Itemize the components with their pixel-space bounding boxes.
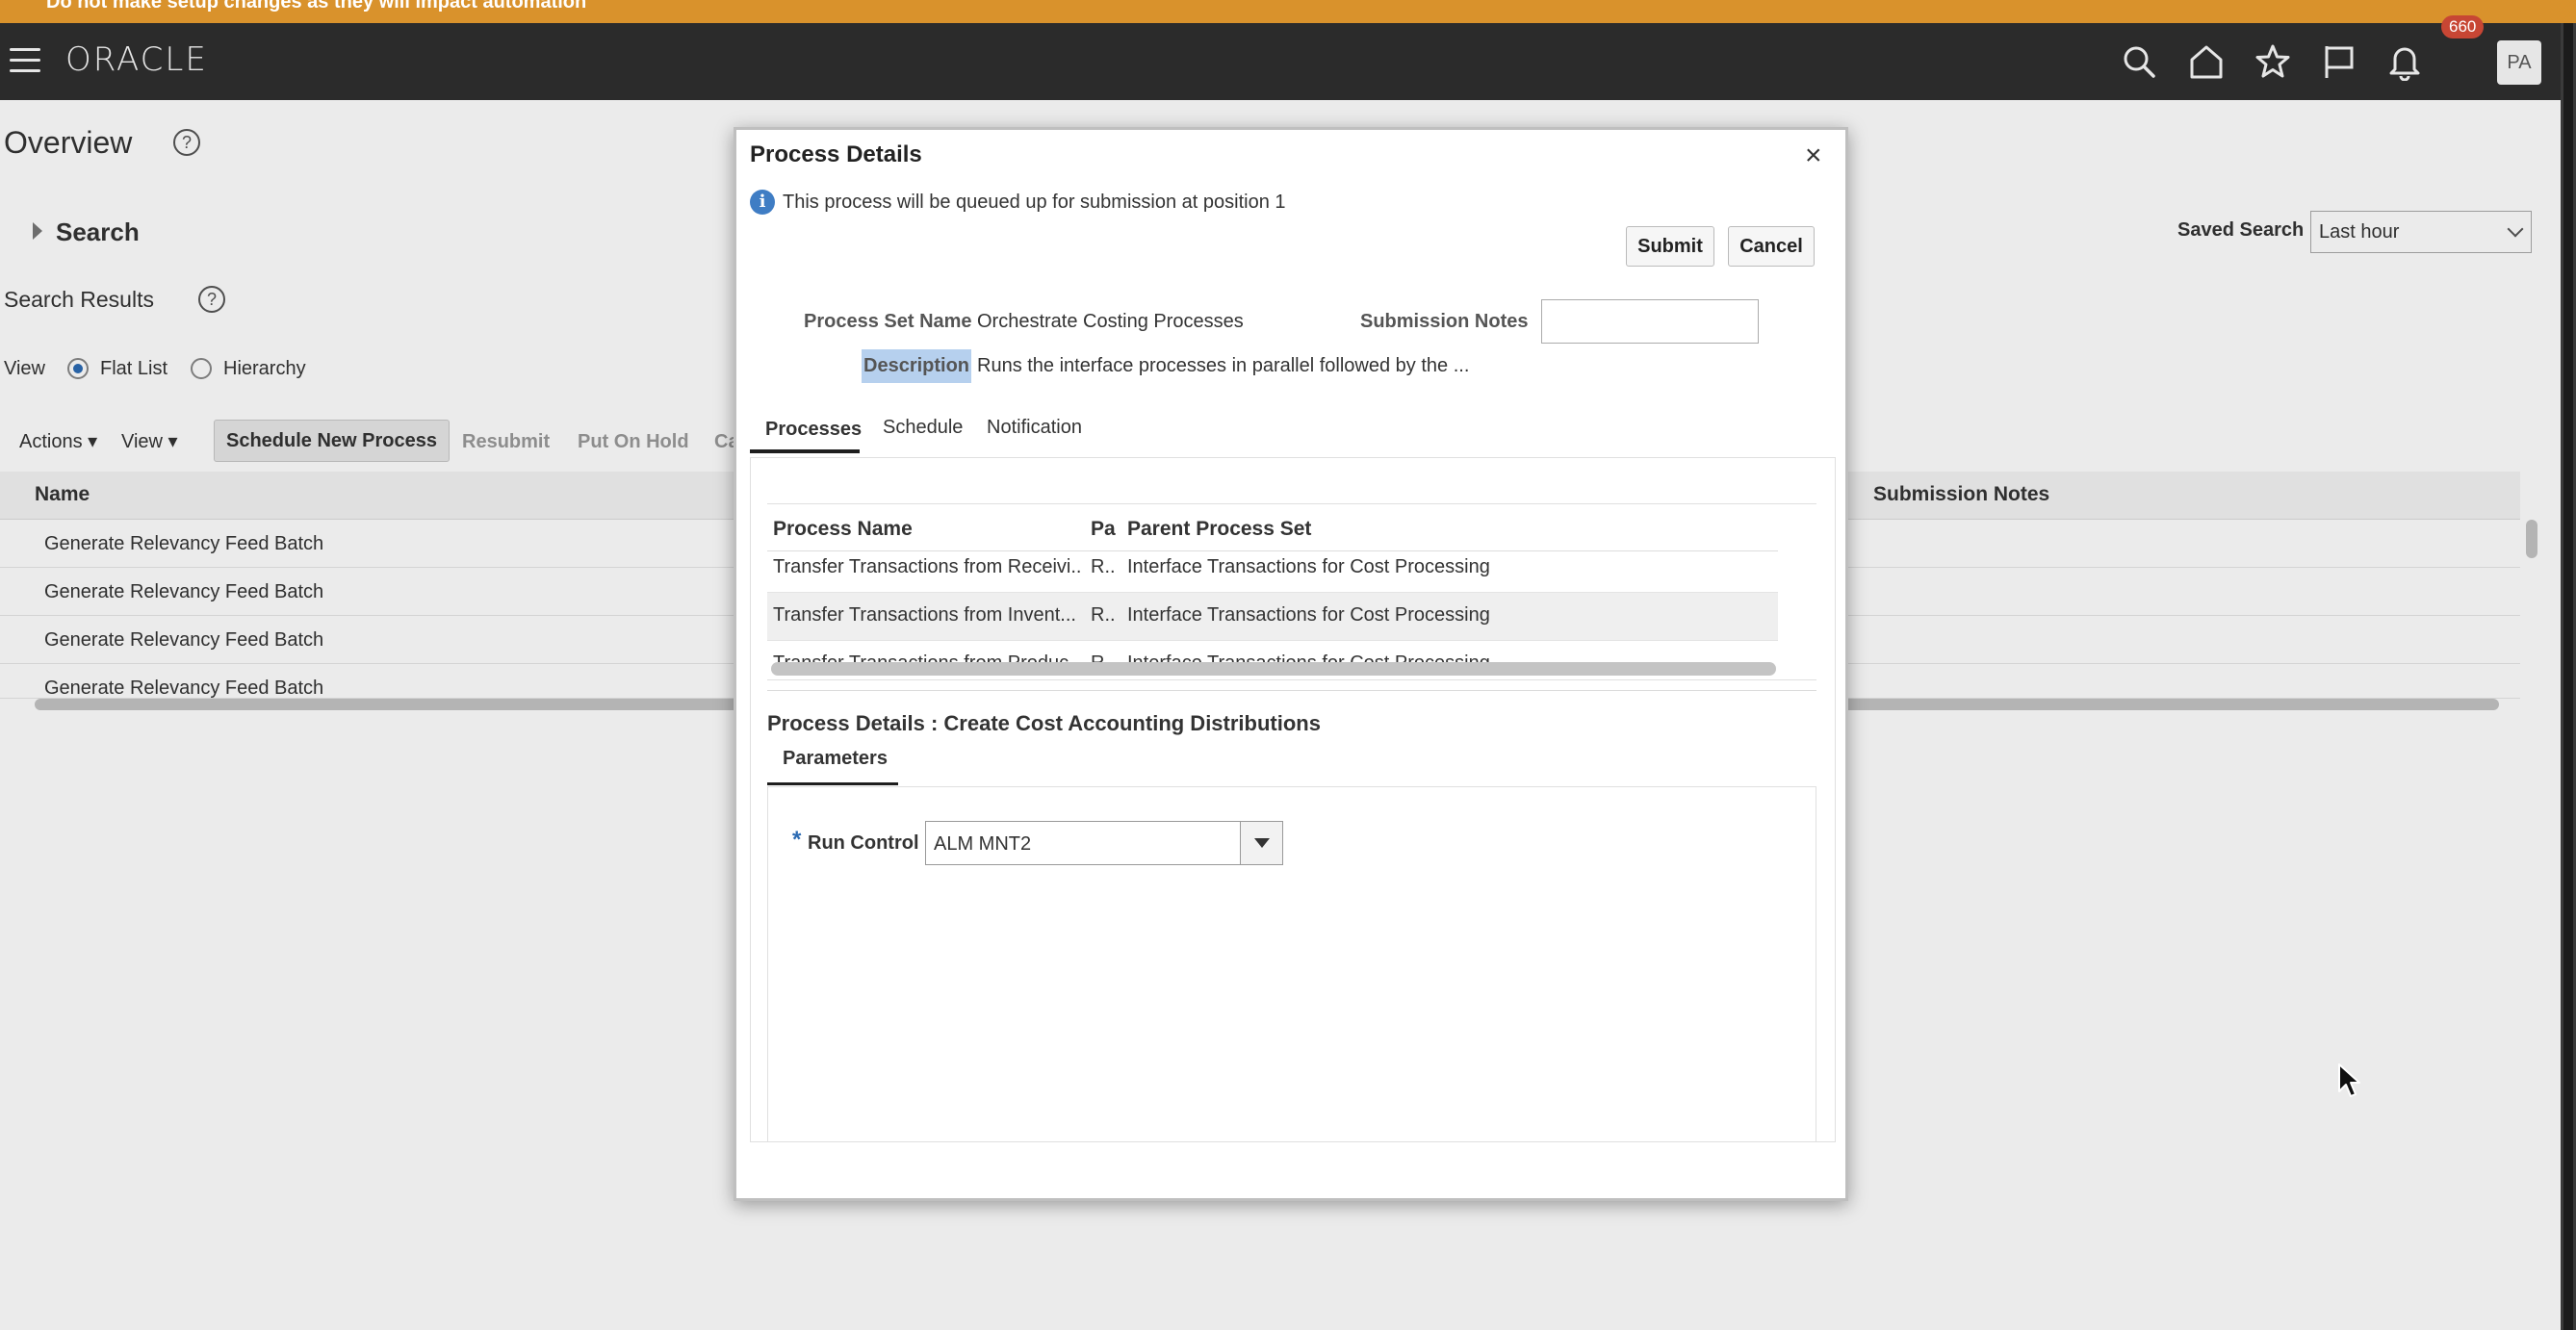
tab-schedule[interactable]: Schedule: [883, 417, 963, 439]
tab-parameters[interactable]: Parameters: [783, 748, 888, 770]
run-control-combobox[interactable]: ALM MNT2: [925, 821, 1283, 865]
description-label: Description: [862, 349, 972, 383]
banner-text: Do not make setup changes as they will i…: [46, 0, 587, 13]
notification-count-badge: 660: [2441, 15, 2485, 38]
process-details-dialog: Process Details × i This process will be…: [734, 127, 1848, 1201]
tab-processes[interactable]: Processes: [765, 419, 862, 441]
hamburger-icon[interactable]: [10, 48, 40, 75]
run-control-label: Run Control: [808, 832, 919, 854]
star-icon[interactable]: [2254, 42, 2292, 81]
process-name-cell: Transfer Transactions from Invent...: [773, 604, 1076, 626]
processes-table: Process Name Pa Parent Process Set Trans…: [767, 503, 1816, 680]
parameters-tab-indicator: [767, 782, 898, 785]
home-icon[interactable]: [2187, 42, 2226, 81]
description-value: Runs the interface processes in parallel…: [977, 355, 1470, 376]
parent-process-set-column-header[interactable]: Parent Process Set: [1127, 518, 1311, 541]
submission-notes-label: Submission Notes: [1360, 311, 1529, 332]
global-header: ORACLE 660 PA: [0, 15, 2561, 100]
process-set-name-label: Process Set Name: [804, 311, 972, 332]
dropdown-arrow-icon[interactable]: [1240, 822, 1282, 864]
oracle-logo: ORACLE: [65, 40, 208, 79]
pa-cell: R..: [1091, 604, 1116, 626]
close-icon[interactable]: ×: [1805, 140, 1822, 172]
tab-notification[interactable]: Notification: [987, 417, 1082, 439]
process-set-name-value: Orchestrate Costing Processes: [977, 311, 1244, 332]
flag-icon[interactable]: [2320, 42, 2358, 81]
run-control-value: ALM MNT2: [934, 833, 1032, 855]
pa-column-header[interactable]: Pa: [1091, 518, 1116, 541]
submission-notes-input[interactable]: [1541, 299, 1759, 344]
table-row[interactable]: Transfer Transactions from Receivi... R.…: [767, 545, 1778, 593]
info-message: This process will be queued up for submi…: [783, 192, 1286, 213]
table-row[interactable]: Transfer Transactions from Invent... R..…: [767, 593, 1778, 641]
process-name-cell: Transfer Transactions from Receivi...: [773, 556, 1081, 577]
cancel-button[interactable]: Cancel: [1728, 226, 1815, 267]
process-details-section-title: Process Details : Create Cost Accounting…: [767, 711, 1321, 735]
info-icon: i: [750, 190, 775, 215]
page-vertical-scrollbar[interactable]: [2561, 23, 2576, 1330]
processes-horizontal-scrollbar[interactable]: [771, 662, 1776, 676]
process-name-column-header[interactable]: Process Name: [773, 518, 913, 541]
dialog-title: Process Details: [750, 141, 922, 167]
active-tab-indicator: [750, 449, 860, 453]
parent-process-set-cell: Interface Transactions for Cost Processi…: [1127, 604, 1490, 626]
pa-cell: R..: [1091, 556, 1116, 577]
search-icon[interactable]: [2120, 42, 2158, 81]
required-indicator: *: [792, 827, 802, 853]
warning-banner: Do not make setup changes as they will i…: [0, 0, 2576, 23]
bell-icon[interactable]: [2385, 42, 2424, 81]
user-avatar[interactable]: PA: [2497, 40, 2541, 85]
mouse-cursor-icon: [2338, 1063, 2360, 1097]
parent-process-set-cell: Interface Transactions for Cost Processi…: [1127, 556, 1490, 577]
submit-button[interactable]: Submit: [1626, 226, 1714, 267]
